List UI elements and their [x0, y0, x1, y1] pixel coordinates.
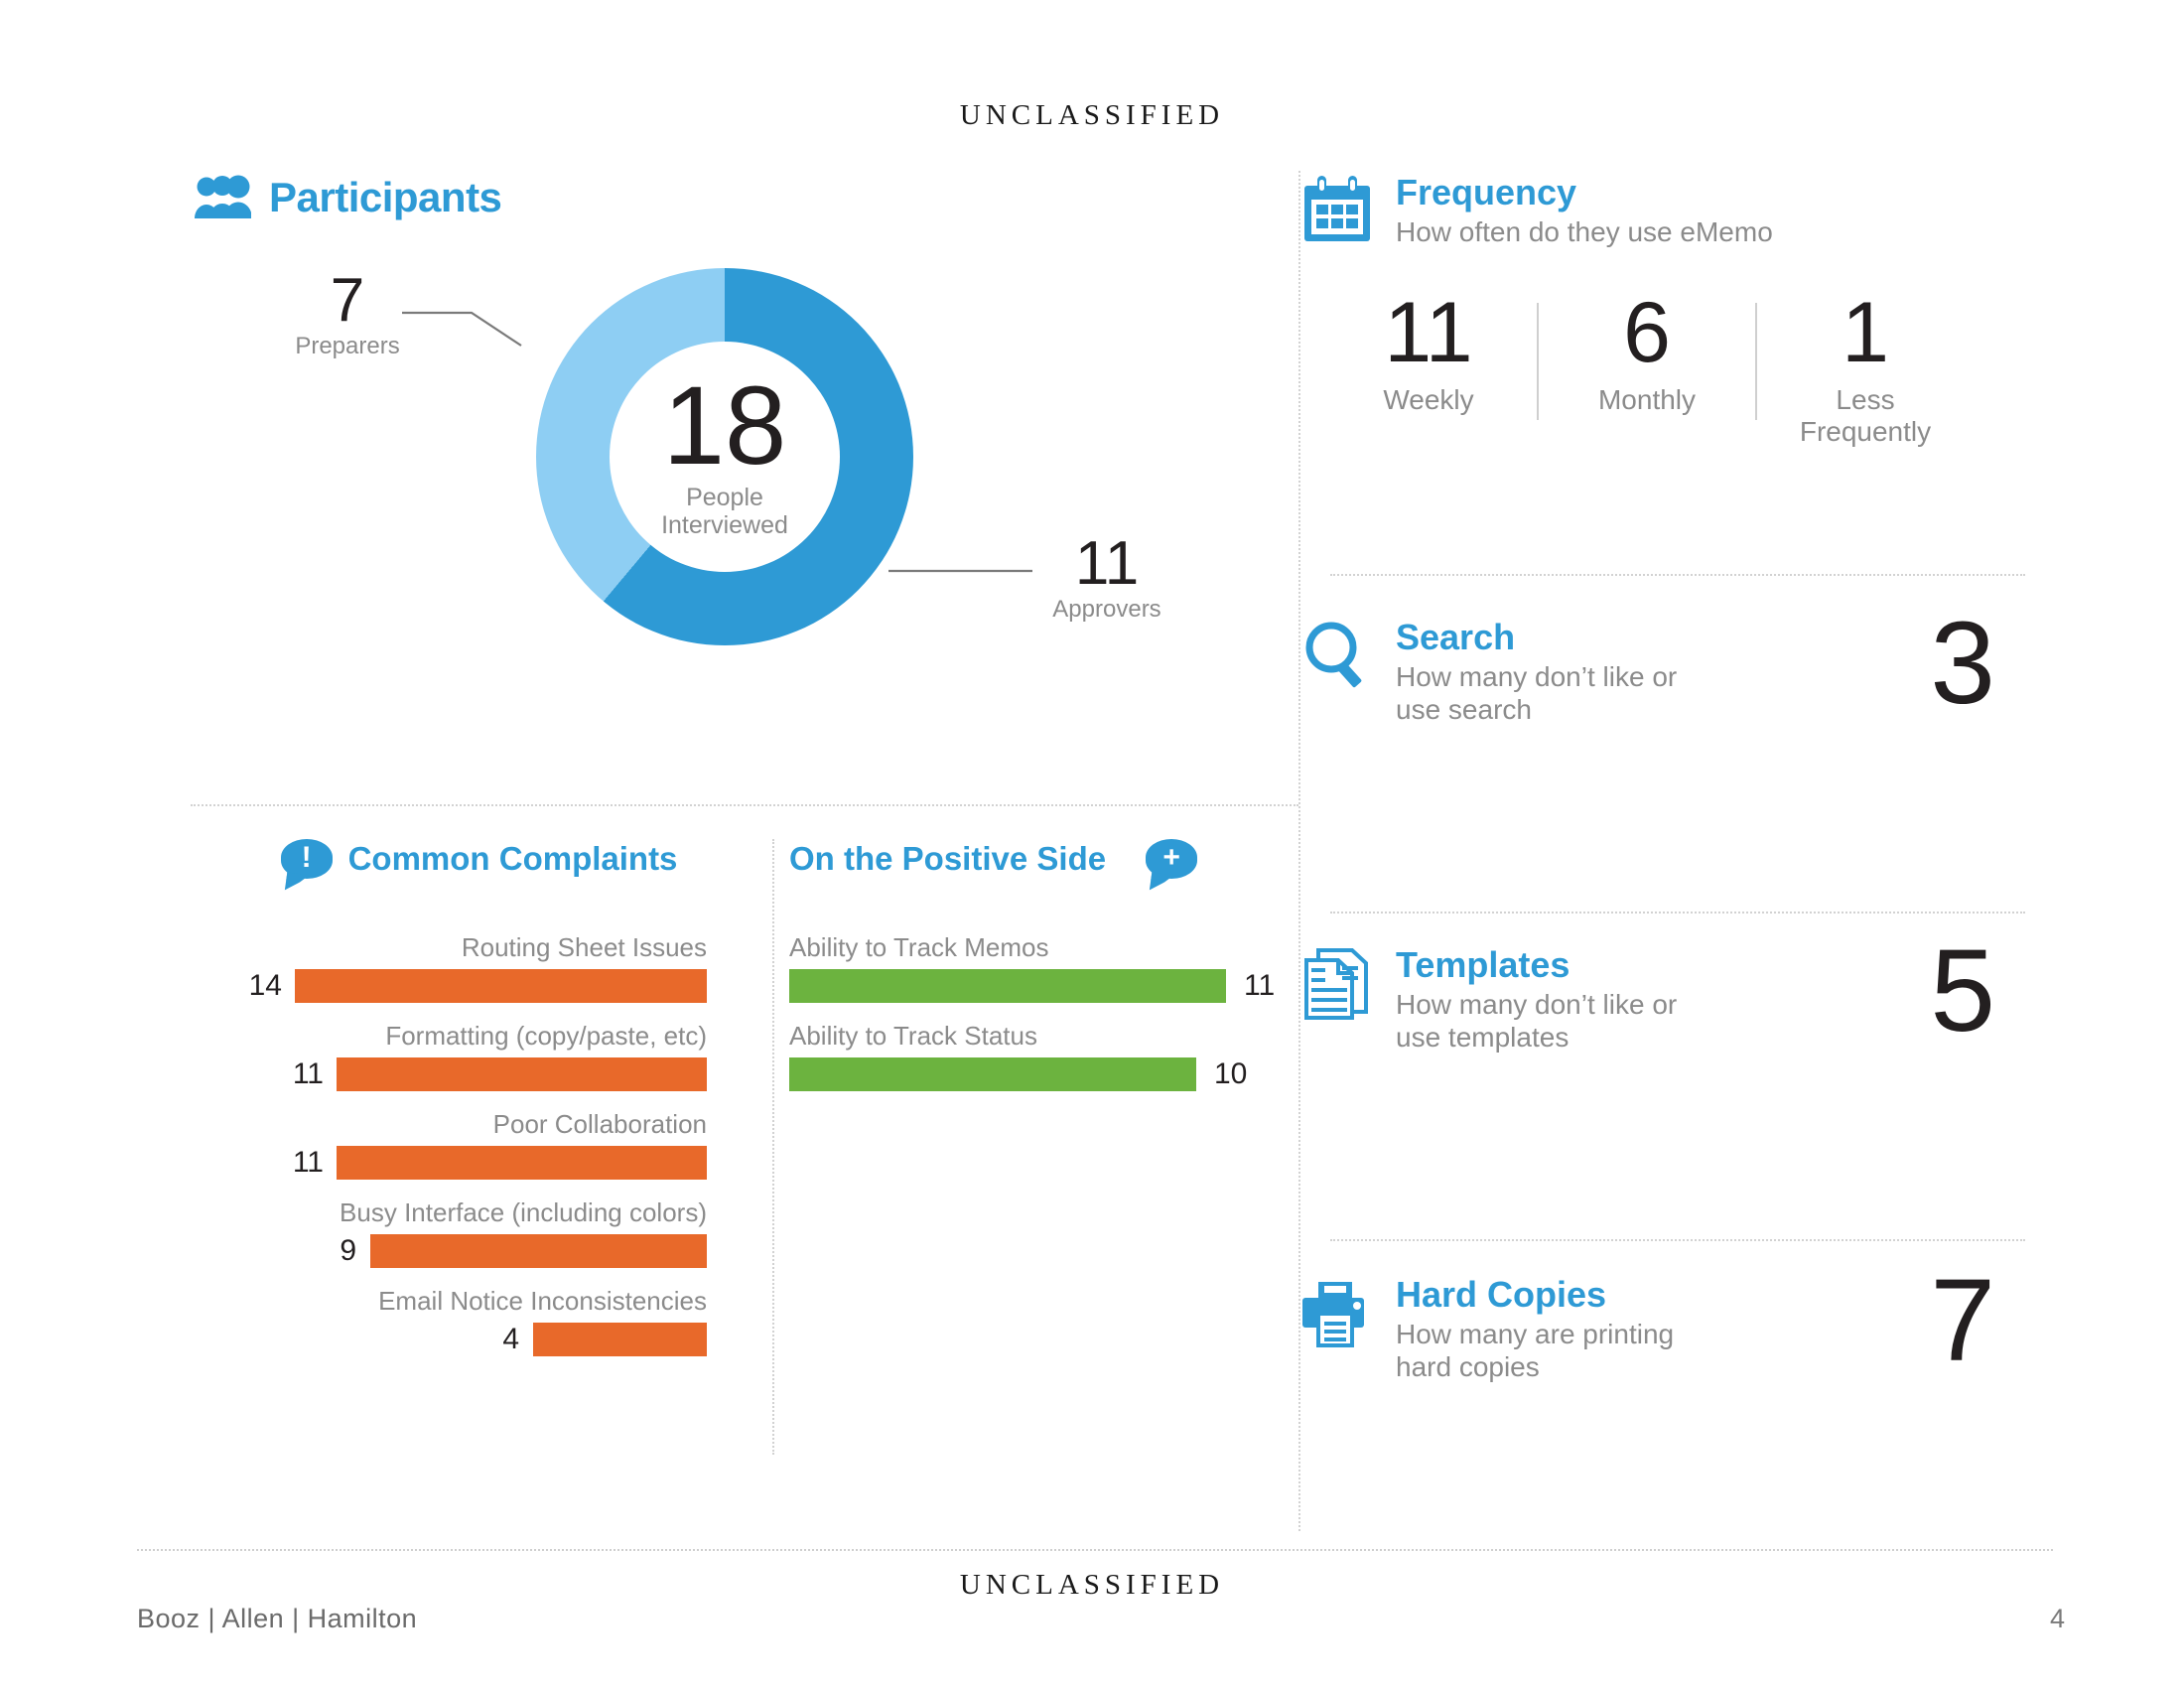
positive-bar-1: [789, 1057, 1196, 1091]
complaints-bar-chart: Routing Sheet Issues 14 Formatting (copy…: [194, 932, 764, 1374]
metric-card-frequency: Frequency How often do they use eMemo 11…: [1300, 174, 2055, 447]
complaint-label-4: Email Notice Inconsistencies: [378, 1286, 707, 1316]
callout-preparers-value: 7: [330, 266, 365, 335]
complaint-value-4: 4: [502, 1323, 519, 1355]
footer-page-number: 4: [2049, 1604, 2065, 1633]
frequency-cell-monthly: 6 Monthly: [1539, 285, 1755, 416]
complaint-value-0: 14: [248, 969, 282, 1002]
horizontal-divider-left: [191, 804, 1298, 806]
bars-panel: ! Common Complaints Routing Sheet Issues…: [194, 839, 1296, 1455]
complaint-bar-4: [533, 1323, 707, 1356]
metrics-rail: Frequency How often do they use eMemo 11…: [1300, 174, 2055, 1504]
complaint-value-1: 11: [292, 1057, 324, 1090]
exclamation-bubble-icon: !: [280, 839, 333, 879]
frequency-breakdown: 11 Weekly 6 Monthly 1 Less Frequently: [1320, 285, 1974, 448]
hardcopies-value: 7: [1930, 1255, 1995, 1386]
donut-total-value: 18: [662, 363, 787, 489]
positive-row-1: Ability to Track Status 10: [789, 1021, 1296, 1109]
complaint-label-0: Routing Sheet Issues: [461, 932, 707, 962]
positive-label-1: Ability to Track Status: [789, 1021, 1037, 1051]
templates-text-block: Templates How many don’t like or use tem…: [1396, 946, 1723, 1055]
frequency-desc: How often do they use eMemo: [1396, 215, 1773, 247]
positive-value-1: 10: [1214, 1057, 1248, 1090]
donut-center-label-line2: Interviewed: [661, 510, 788, 539]
participants-donut-chart: 18 People Interviewed: [536, 268, 913, 645]
search-title: Search: [1396, 617, 1516, 657]
document-template-icon: [1300, 946, 1374, 1020]
frequency-monthly-label: Monthly: [1597, 383, 1697, 415]
positive-bar-0: [789, 969, 1226, 1003]
slide-canvas: UNCLASSIFIED UNCLASSIFIED Participants 7…: [0, 0, 2184, 1688]
complaint-value-2: 11: [292, 1146, 324, 1179]
hardcopies-title: Hard Copies: [1396, 1274, 1607, 1315]
participants-panel: Participants 7 Preparers 11 Approvers 18…: [194, 174, 1296, 804]
callout-preparers: 7 Preparers: [288, 266, 407, 360]
complaint-row-2: Poor Collaboration 11: [194, 1109, 764, 1197]
complaint-bar-3: [370, 1234, 707, 1268]
donut-center: 18 People Interviewed: [610, 342, 840, 572]
complaint-row-0: Routing Sheet Issues 14: [194, 932, 764, 1021]
positive-row-0: Ability to Track Memos 11: [789, 932, 1296, 1021]
complaint-bar-2: [337, 1146, 707, 1180]
callout-approvers-value: 11: [1074, 529, 1140, 598]
positive-label-0: Ability to Track Memos: [789, 932, 1049, 962]
complaint-label-3: Busy Interface (including colors): [340, 1197, 707, 1227]
complaint-row-3: Busy Interface (including colors) 9: [194, 1197, 764, 1286]
positives-header: On the Positive Side +: [789, 839, 1296, 879]
donut-center-label-line1: People: [686, 483, 763, 511]
calendar-icon: [1300, 174, 1374, 247]
complaint-label-2: Poor Collaboration: [492, 1109, 707, 1139]
classification-banner-bottom: UNCLASSIFIED: [959, 1569, 1225, 1601]
metric-card-templates: Templates How many don’t like or use tem…: [1300, 932, 2055, 1055]
complaint-value-3: 9: [340, 1234, 356, 1267]
classification-banner-top: UNCLASSIFIED: [959, 99, 1225, 131]
templates-value: 5: [1930, 925, 1995, 1056]
frequency-weekly-value: 11: [1384, 285, 1473, 380]
frequency-text-block: Frequency How often do they use eMemo: [1396, 174, 1773, 248]
plus-bubble-glyph: +: [1162, 841, 1180, 874]
callout-approvers: 11 Approvers: [1042, 529, 1171, 624]
frequency-less-label: Less Frequently: [1799, 383, 1932, 447]
complaint-row-1: Formatting (copy/paste, etc) 11: [194, 1021, 764, 1109]
complaints-section: ! Common Complaints Routing Sheet Issues…: [194, 839, 764, 1374]
frequency-header: Frequency How often do they use eMemo: [1300, 174, 2055, 248]
hardcopies-text-block: Hard Copies How many are printing hard c…: [1396, 1276, 1723, 1384]
templates-title: Templates: [1396, 944, 1570, 985]
exclamation-bubble-glyph: !: [301, 841, 312, 874]
footer-divider: [137, 1549, 2053, 1551]
metric-card-hardcopies: Hard Copies How many are printing hard c…: [1300, 1262, 2055, 1384]
frequency-cell-less: 1 Less Frequently: [1757, 285, 1974, 448]
frequency-weekly-label: Weekly: [1383, 383, 1474, 415]
plus-bubble-icon: +: [1146, 839, 1198, 879]
search-desc: How many don’t like or use search: [1396, 660, 1678, 726]
templates-desc: How many don’t like or use templates: [1396, 988, 1678, 1054]
search-text-block: Search How many don’t like or use search: [1396, 619, 1723, 727]
positives-title: On the Positive Side: [789, 840, 1107, 877]
positives-section: On the Positive Side + Ability to Track …: [789, 839, 1296, 1109]
complaint-bar-0: [295, 969, 707, 1003]
positive-value-0: 11: [1244, 969, 1276, 1002]
complaints-title: Common Complaints: [347, 840, 678, 877]
frequency-title: Frequency: [1396, 172, 1577, 212]
search-value: 3: [1930, 598, 1995, 729]
callout-approvers-label: Approvers: [1052, 595, 1161, 623]
magnifier-icon: [1300, 619, 1374, 692]
callout-preparers-label: Preparers: [295, 332, 400, 359]
metric-card-search: Search How many don’t like or use search…: [1300, 605, 2055, 727]
positives-bar-chart: Ability to Track Memos 11 Ability to Tra…: [789, 932, 1296, 1109]
complaints-header: ! Common Complaints: [194, 839, 764, 879]
complaint-label-1: Formatting (copy/paste, etc): [385, 1021, 707, 1051]
frequency-less-value: 1: [1842, 285, 1889, 380]
hardcopies-desc: How many are printing hard copies: [1396, 1318, 1675, 1383]
footer-brand: Booz | Allen | Hamilton: [137, 1604, 418, 1633]
frequency-monthly-value: 6: [1623, 285, 1671, 380]
donut-center-label: People Interviewed: [661, 484, 788, 539]
complaint-row-4: Email Notice Inconsistencies 4: [194, 1286, 764, 1374]
frequency-cell-weekly: 11 Weekly: [1320, 285, 1537, 416]
complaint-bar-1: [337, 1057, 707, 1091]
printer-icon: [1300, 1276, 1374, 1349]
